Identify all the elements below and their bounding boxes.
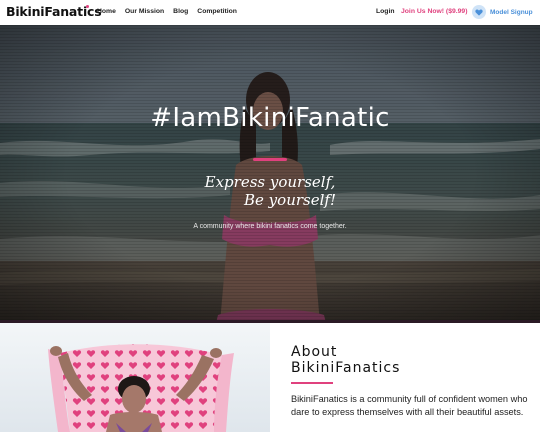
hero-title: #IamBikiniFanatic: [150, 103, 390, 133]
about-body: BikiniFanatics is a community full of co…: [291, 394, 528, 417]
about-heading: About BikiniFanatics: [291, 344, 400, 376]
hero-section: #IamBikiniFanatic Express yourself, Be y…: [0, 25, 540, 323]
model-signup-button[interactable]: Model Signup: [472, 5, 533, 19]
hero-tagline-line-1: Express yourself,: [204, 173, 336, 191]
hero-divider: [253, 158, 287, 161]
hero-tagline: Express yourself, Be yourself!: [0, 173, 540, 209]
heart-icon: [472, 5, 486, 19]
nav-link-competition[interactable]: Competition: [197, 8, 237, 15]
nav-link-home[interactable]: Home: [97, 8, 116, 15]
about-heading-line-2: BikiniFanatics: [291, 360, 401, 376]
about-divider: [291, 382, 333, 384]
model-signup-label: Model Signup: [490, 8, 533, 16]
nav-link-our-mission[interactable]: Our Mission: [125, 8, 164, 15]
logo-dot: [86, 5, 89, 8]
hero-subtitle: A community where bikini fanatics come t…: [193, 223, 347, 230]
about-image: [0, 323, 270, 432]
about-photo: [0, 323, 270, 432]
nav-link-blog[interactable]: Blog: [173, 8, 188, 15]
hero-tagline-line-2: Be yourself!: [244, 191, 336, 209]
nav-links: Home Our Mission Blog Competition: [97, 8, 237, 15]
about-heading-line-1: About: [291, 344, 338, 360]
about-section: About BikiniFanatics BikiniFanatics is a…: [270, 323, 540, 432]
top-nav: BikiniFanatics Home Our Mission Blog Com…: [0, 0, 540, 25]
login-link[interactable]: Login: [376, 8, 395, 15]
join-link[interactable]: Join Us Now! ($9.99): [401, 8, 467, 15]
